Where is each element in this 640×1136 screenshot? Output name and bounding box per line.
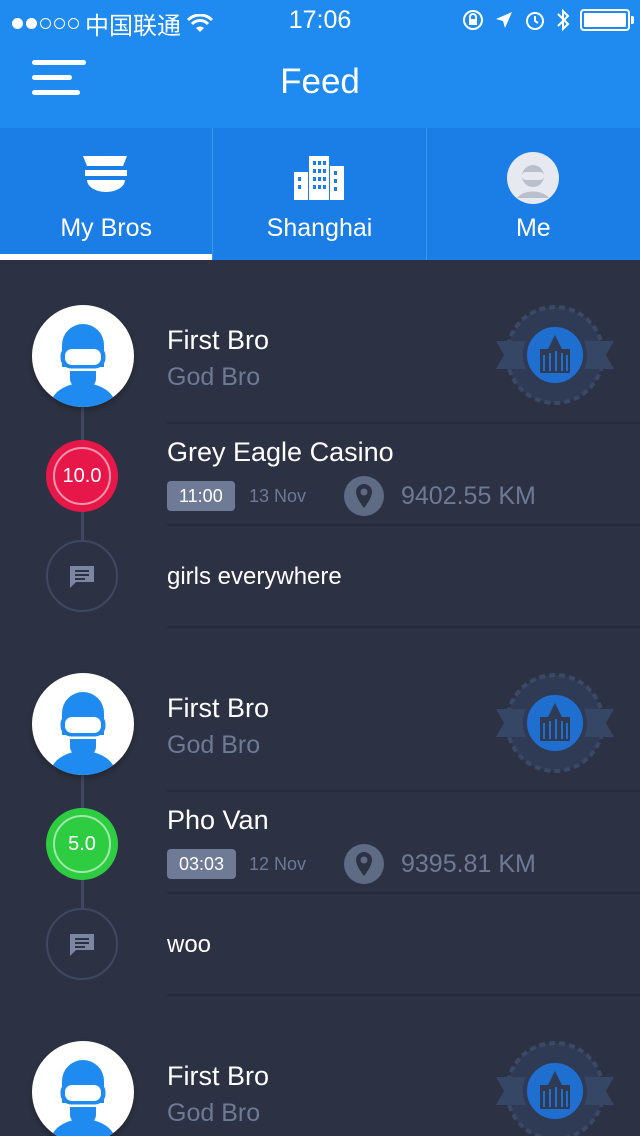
user-avatar[interactable]	[32, 673, 134, 775]
nav-bar: Feed	[0, 40, 640, 128]
score-badge: 5.0	[46, 808, 118, 880]
place-name[interactable]: Grey Eagle Casino	[167, 437, 394, 468]
rank-badge-icon	[496, 1041, 614, 1136]
feed-list: First Bro God Bro 10.0 Grey Eagle Casino…	[0, 260, 640, 1136]
tab-label: Me	[515, 214, 551, 242]
feed-item[interactable]: First Bro God Bro	[0, 996, 640, 1136]
page-title: Feed	[280, 62, 360, 101]
bro-hat-icon	[83, 156, 128, 192]
bluetooth-icon	[557, 8, 570, 32]
tab-shanghai[interactable]: Shanghai	[213, 128, 427, 260]
user-name: First Bro	[167, 693, 270, 723]
bro-avatar-icon	[50, 692, 116, 775]
comment-text: woo	[167, 931, 212, 958]
city-buildings-icon	[294, 156, 345, 200]
comment-icon	[70, 934, 94, 956]
divider	[167, 422, 640, 424]
user-name: First Bro	[167, 1061, 270, 1091]
distance-text: 9395.81 KM	[401, 850, 536, 878]
user-title: God Bro	[167, 1099, 261, 1127]
date-text: 12 Nov	[249, 854, 307, 874]
divider	[167, 892, 640, 894]
rank-badge-icon	[496, 673, 614, 773]
status-bar: 中国联通 17:06	[0, 0, 640, 40]
alarm-icon	[526, 12, 544, 30]
location-pin-icon	[344, 476, 384, 516]
status-icons	[462, 8, 634, 32]
tab-my-bros[interactable]: My Bros	[0, 128, 214, 260]
user-avatar[interactable]	[32, 305, 134, 407]
divider	[167, 524, 640, 526]
distance-text: 9402.55 KM	[401, 482, 536, 510]
tab-bar: My Bros Shanghai Me	[0, 128, 640, 260]
bro-avatar-icon	[50, 324, 116, 407]
time-chip: 11:00	[167, 481, 235, 511]
user-avatar[interactable]	[32, 1041, 134, 1136]
rank-badge-icon	[496, 305, 614, 405]
location-pin-icon	[344, 844, 384, 884]
tab-me[interactable]: Me	[427, 128, 640, 260]
profile-avatar-icon	[507, 152, 560, 204]
user-title: God Bro	[167, 731, 261, 759]
location-arrow-icon	[496, 12, 512, 28]
orientation-lock-icon	[463, 10, 483, 30]
tab-label: My Bros	[60, 214, 152, 242]
divider	[167, 790, 640, 792]
comment-text: girls everywhere	[167, 563, 342, 590]
comment-icon-circle	[46, 540, 118, 612]
score-badge: 10.0	[46, 440, 118, 512]
feed-item[interactable]: First Bro God Bro 5.0 Pho Van 03:03 12 N…	[0, 628, 640, 996]
user-title: God Bro	[167, 363, 261, 391]
tab-label: Shanghai	[266, 214, 373, 242]
user-name: First Bro	[167, 325, 270, 355]
score-value: 5.0	[68, 832, 96, 855]
bro-avatar-icon	[51, 1060, 115, 1136]
comment-icon	[70, 566, 94, 588]
score-value: 10.0	[62, 464, 102, 487]
place-name[interactable]: Pho Van	[167, 805, 269, 836]
date-text: 13 Nov	[249, 486, 307, 506]
comment-icon-circle	[46, 908, 118, 980]
feed-item[interactable]: First Bro God Bro 10.0 Grey Eagle Casino…	[0, 260, 640, 628]
battery-icon	[580, 9, 634, 31]
time-chip: 03:03	[167, 849, 237, 879]
